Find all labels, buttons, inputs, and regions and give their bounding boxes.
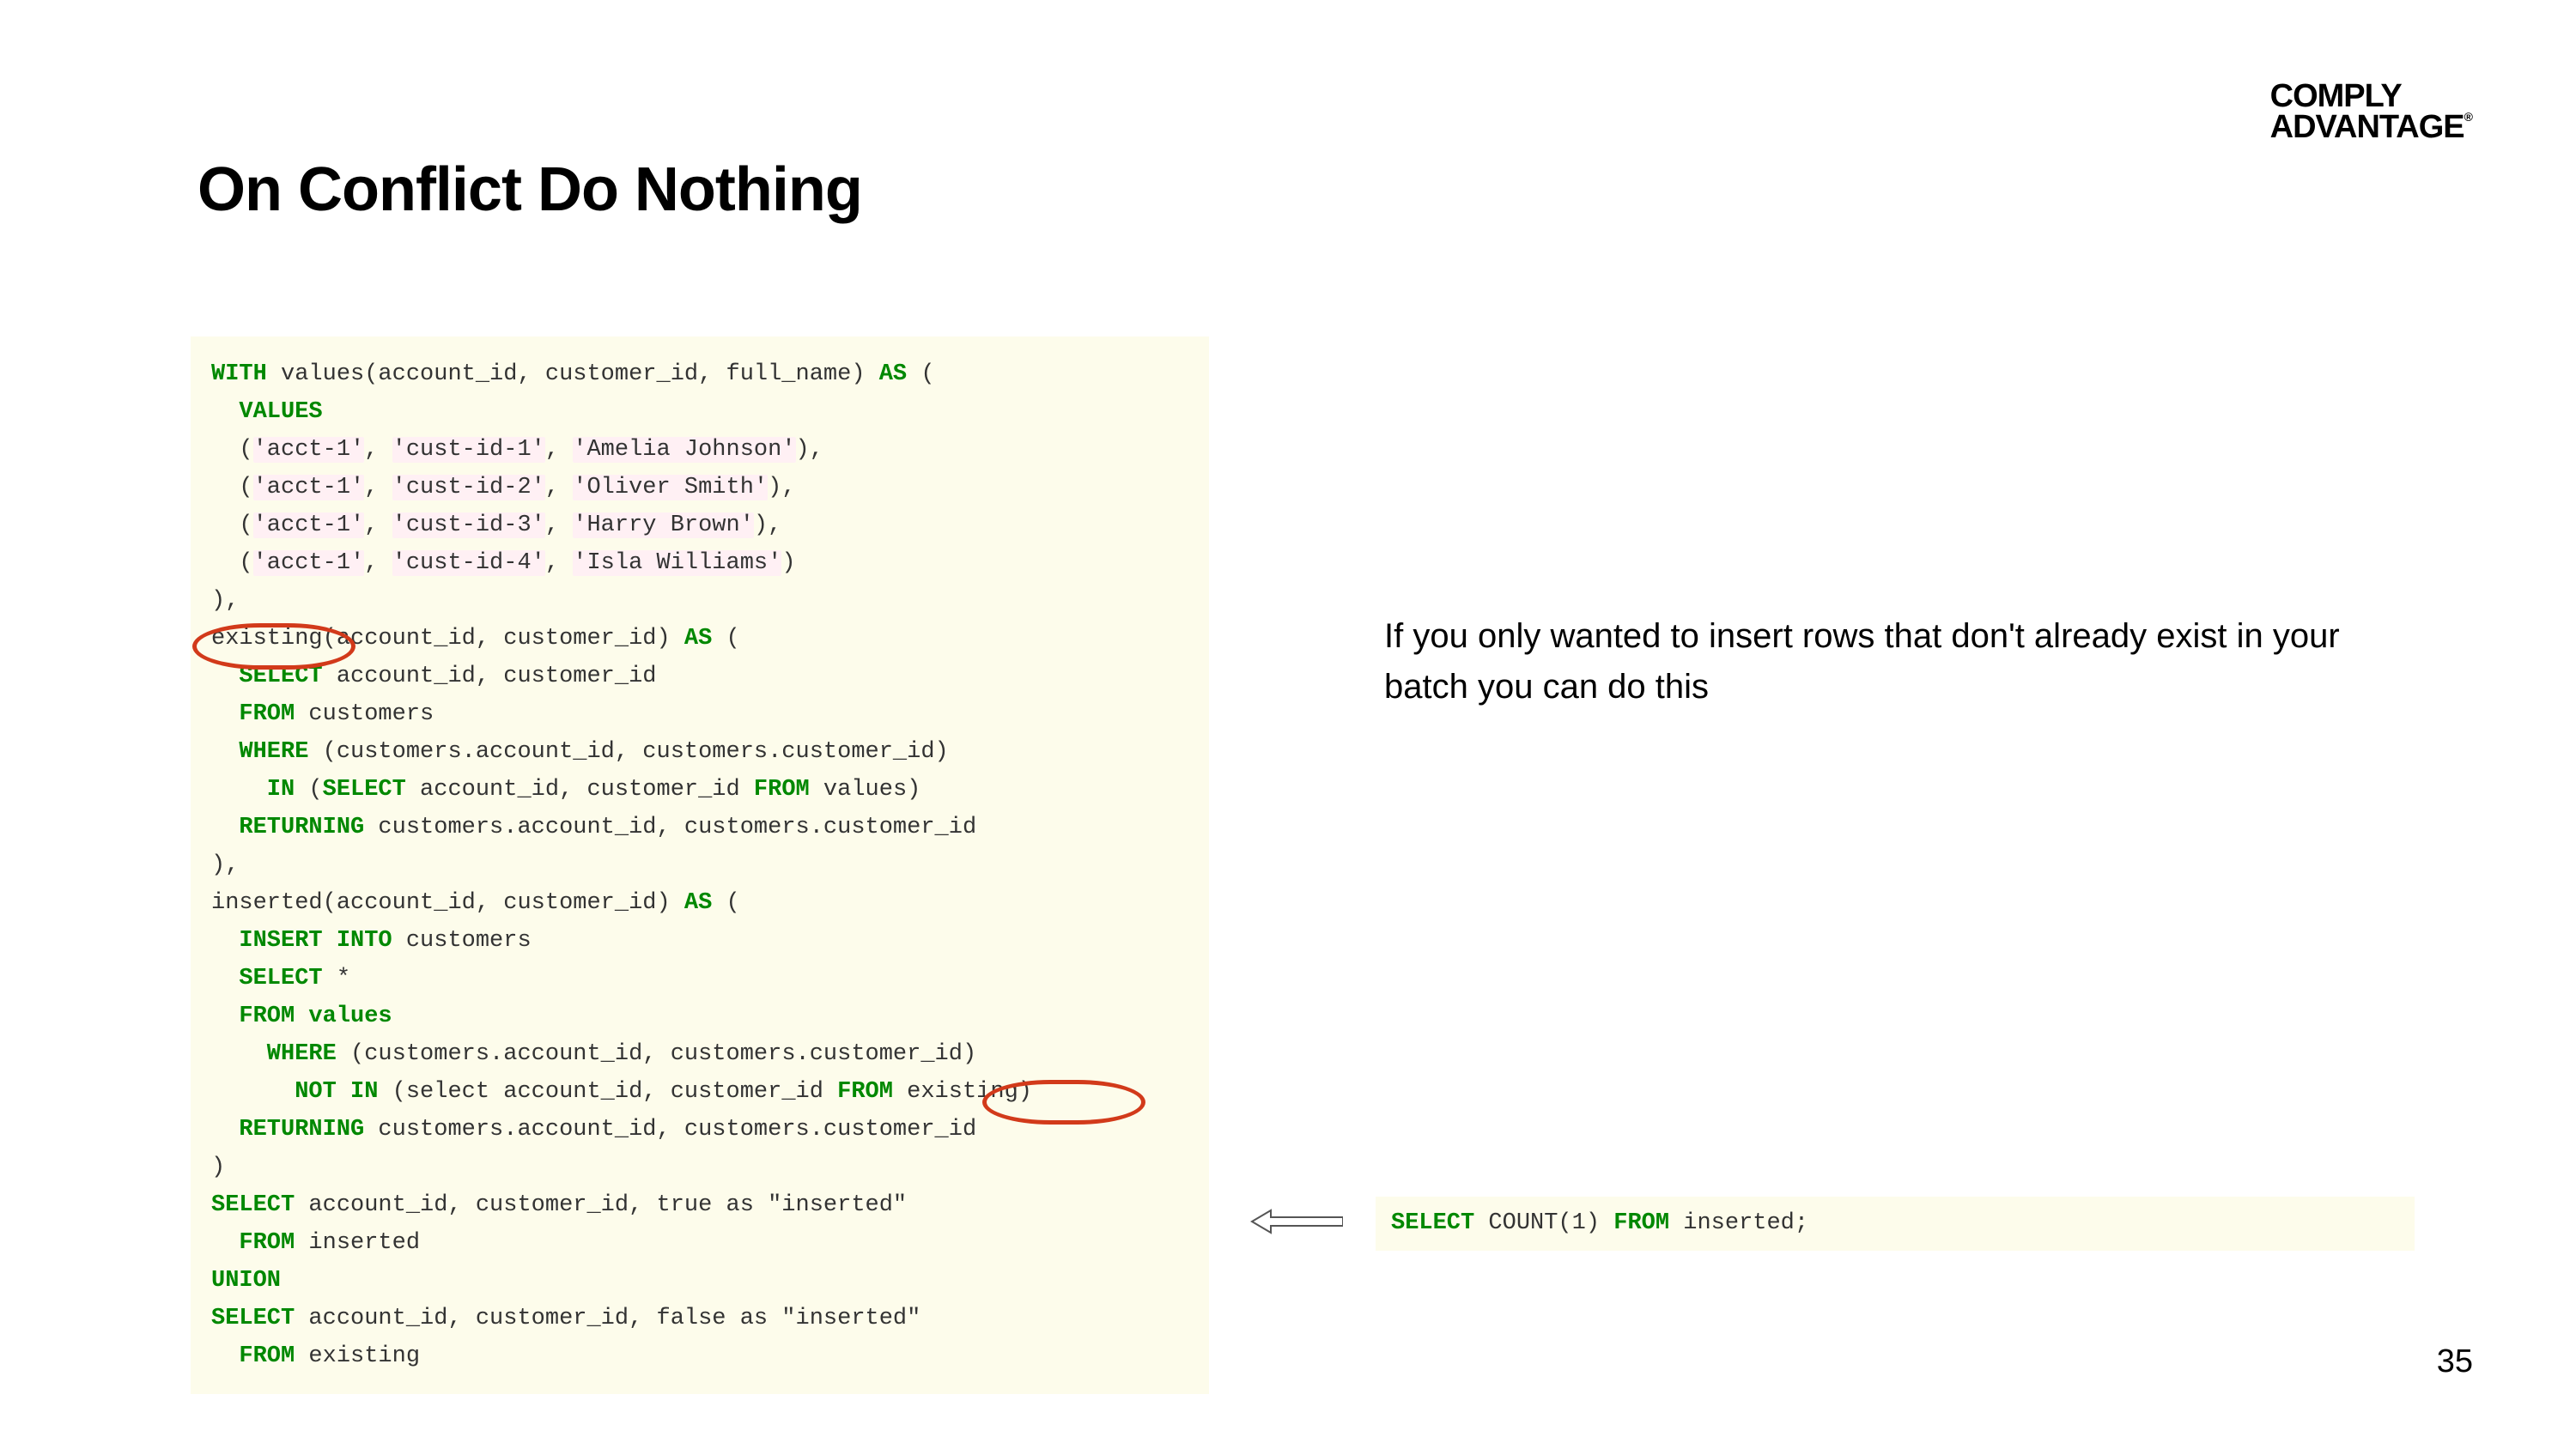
- kw-with: WITH: [211, 361, 267, 387]
- code-text: (customers.account_id, customers.custome…: [337, 1041, 976, 1067]
- code-text: values): [810, 777, 921, 803]
- kw-as: AS: [879, 361, 907, 387]
- code-text: inserted(account_id, customer_id): [211, 890, 684, 916]
- code-text: ,: [545, 550, 573, 576]
- code-text: customers: [392, 928, 532, 954]
- kw-from: FROM: [211, 1230, 295, 1256]
- code-text: (: [295, 777, 322, 803]
- code-text: ,: [364, 512, 392, 538]
- code-text: (: [211, 437, 253, 463]
- code-text: ),: [754, 512, 781, 538]
- str: 'acct-1': [253, 550, 365, 576]
- arrow-left-icon: [1250, 1209, 1343, 1234]
- code-text: ),: [768, 475, 795, 500]
- code-text: ,: [364, 475, 392, 500]
- str: 'acct-1': [253, 512, 365, 538]
- code-text: existing: [295, 1343, 420, 1369]
- kw-union: UNION: [211, 1268, 281, 1294]
- str: 'acct-1': [253, 475, 365, 500]
- str: 'cust-id-1': [392, 437, 545, 463]
- code-text: account_id, customer_id: [489, 1079, 837, 1105]
- main-code-block: WITH values(account_id, customer_id, ful…: [191, 336, 1209, 1394]
- code-text: 1: [1572, 1210, 1586, 1236]
- page-number: 35: [2437, 1343, 2473, 1380]
- code-text: ,: [364, 437, 392, 463]
- code-text: (: [712, 626, 739, 652]
- kw-where: WHERE: [211, 1041, 337, 1067]
- code-text: inserted;: [1669, 1210, 1808, 1236]
- code-text: account_id, customer_id, true as "insert…: [295, 1192, 907, 1218]
- kw-as: AS: [684, 890, 712, 916]
- code-text: ): [211, 1155, 225, 1180]
- code-text: customers: [295, 701, 434, 727]
- str: 'Oliver Smith': [573, 475, 768, 500]
- kw-from: FROM: [211, 701, 295, 727]
- kw-from: FROM: [211, 1343, 295, 1369]
- slide: COMPLY ADVANTAGE® On Conflict Do Nothing…: [0, 0, 2576, 1449]
- kw-as: AS: [684, 626, 712, 652]
- code-text: COUNT(: [1474, 1210, 1571, 1236]
- code-text: select: [406, 1079, 489, 1105]
- kw-select: SELECT: [211, 1192, 295, 1218]
- kw-from-values: FROM values: [211, 1003, 392, 1029]
- kw-select: SELECT: [323, 777, 406, 803]
- code-text: (customers.account_id, customers.custome…: [308, 739, 948, 765]
- code-text: existing(account_id, customer_id): [211, 626, 684, 652]
- code-text: (: [211, 550, 253, 576]
- code-text: ,: [545, 475, 573, 500]
- code-text: ): [1586, 1210, 1613, 1236]
- code-text: values(account_id, customer_id, full_nam…: [267, 361, 879, 387]
- kw-where: WHERE: [211, 739, 308, 765]
- kw-not-in: NOT IN: [211, 1079, 378, 1105]
- code-text: ,: [545, 512, 573, 538]
- kw-returning: RETURNING: [211, 815, 364, 840]
- kw-from: FROM: [837, 1079, 893, 1105]
- code-text: existing): [893, 1079, 1032, 1105]
- slide-title: On Conflict Do Nothing: [197, 155, 862, 225]
- code-text: ,: [364, 550, 392, 576]
- str: 'cust-id-2': [392, 475, 545, 500]
- code-text: ),: [796, 437, 823, 463]
- explanation-text: If you only wanted to insert rows that d…: [1384, 611, 2363, 712]
- str: 'Isla Williams': [573, 550, 781, 576]
- code-text: account_id, customer_id: [323, 664, 657, 689]
- code-text: inserted: [295, 1230, 420, 1256]
- kw-select: SELECT: [211, 966, 323, 991]
- str: 'Harry Brown': [573, 512, 754, 538]
- code-text: (: [378, 1079, 405, 1105]
- kw-select: SELECT: [211, 1306, 295, 1331]
- code-text: account_id, customer_id, false as "inser…: [295, 1306, 920, 1331]
- kw-select: SELECT: [1391, 1210, 1474, 1236]
- code-text: ,: [545, 437, 573, 463]
- str: 'cust-id-4': [392, 550, 545, 576]
- code-text: customers.account_id, customers.customer…: [364, 1117, 976, 1143]
- code-text: (: [712, 890, 739, 916]
- str: 'Amelia Johnson': [573, 437, 795, 463]
- kw-insert-into: INSERT INTO: [211, 928, 392, 954]
- registered-mark: ®: [2464, 110, 2473, 124]
- code-text: (: [907, 361, 934, 387]
- code-text: ): [781, 550, 795, 576]
- code-text: ),: [211, 588, 239, 614]
- code-text: *: [323, 966, 350, 991]
- logo-line2: ADVANTAGE: [2270, 109, 2464, 145]
- kw-returning: RETURNING: [211, 1117, 364, 1143]
- kw-from: FROM: [1613, 1210, 1669, 1236]
- kw-from: FROM: [754, 777, 810, 803]
- kw-select: SELECT: [211, 664, 323, 689]
- kw-values: VALUES: [211, 399, 323, 425]
- brand-logo: COMPLY ADVANTAGE®: [2270, 81, 2473, 142]
- code-text: (: [211, 475, 253, 500]
- code-text: (: [211, 512, 253, 538]
- aux-code-block: SELECT COUNT(1) FROM inserted;: [1376, 1197, 2415, 1251]
- code-text: customers.account_id, customers.customer…: [364, 815, 976, 840]
- code-text: account_id, customer_id: [406, 777, 754, 803]
- str: 'acct-1': [253, 437, 365, 463]
- code-text: ),: [211, 852, 239, 878]
- str: 'cust-id-3': [392, 512, 545, 538]
- kw-in: IN: [211, 777, 295, 803]
